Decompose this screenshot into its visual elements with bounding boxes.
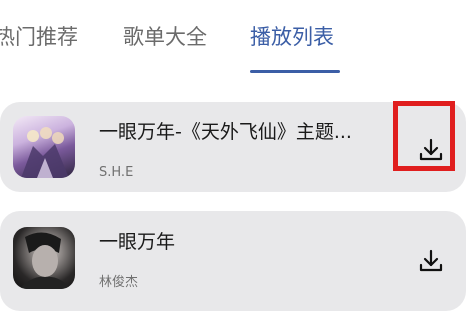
- tab-hot-recommend[interactable]: 热门推荐: [0, 22, 78, 52]
- highlight-box: [393, 101, 455, 171]
- tab-playlist-collection[interactable]: 歌单大全: [123, 22, 207, 52]
- album-cover: [13, 227, 75, 289]
- tab-bar: 热门推荐 歌单大全 播放列表: [0, 0, 466, 90]
- song-list-item[interactable]: 一眼万年 林俊杰: [0, 211, 466, 311]
- song-title: 一眼万年: [99, 231, 176, 253]
- song-artist: S.H.E: [99, 165, 134, 180]
- song-artist: 林俊杰: [99, 275, 139, 290]
- song-title: 一眼万年-《天外飞仙》主题...: [99, 121, 352, 143]
- active-tab-indicator: [250, 70, 340, 73]
- tab-play-list[interactable]: 播放列表: [250, 22, 334, 52]
- album-cover: [13, 116, 75, 178]
- download-icon[interactable]: [417, 247, 445, 275]
